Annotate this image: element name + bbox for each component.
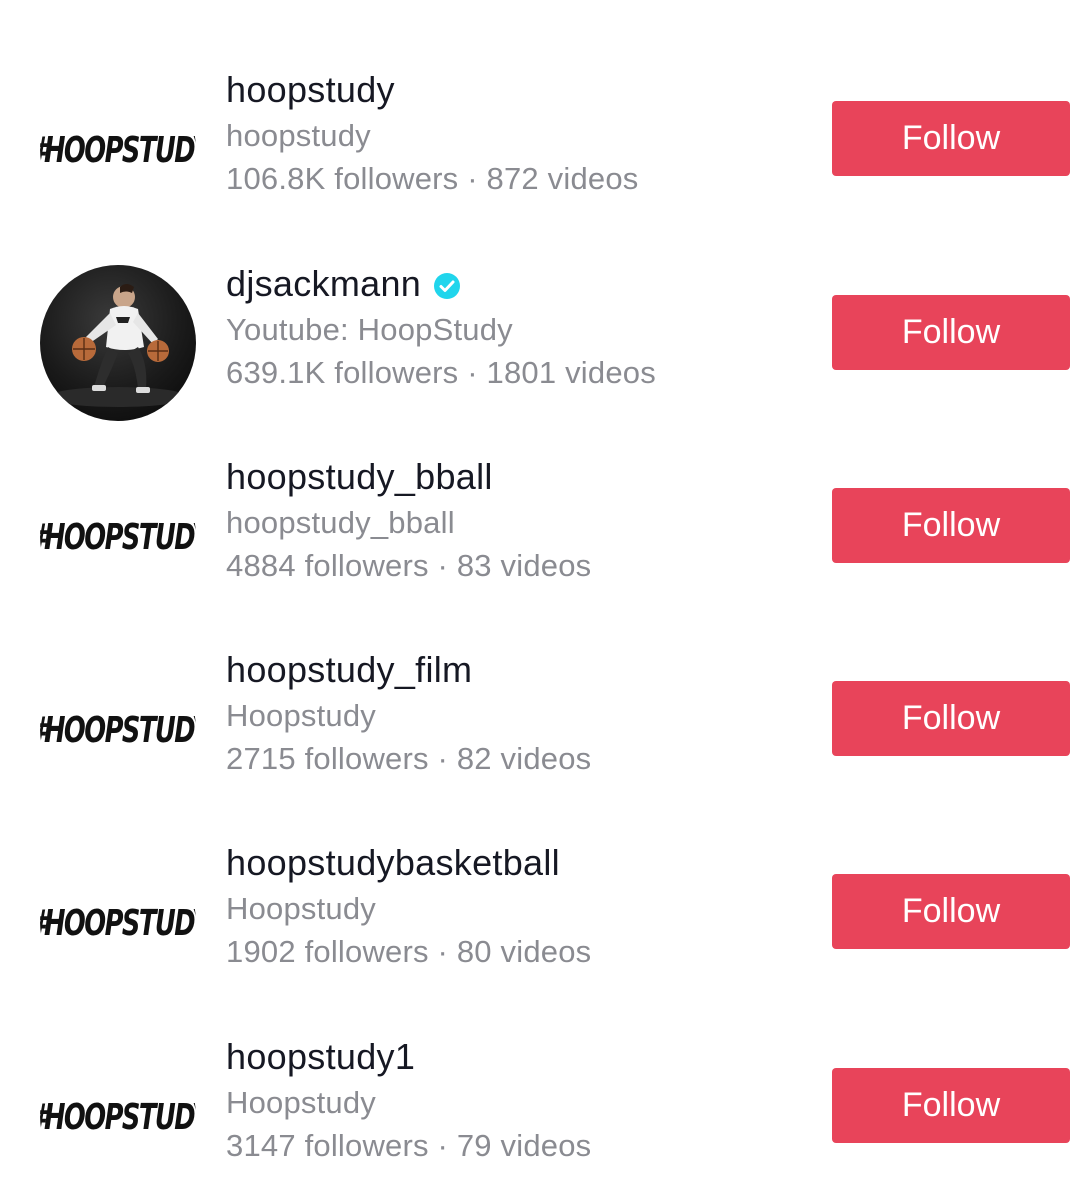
nickname: hoopstudy — [226, 118, 371, 153]
username[interactable]: djsackmann — [226, 263, 421, 305]
avatar[interactable]: #HOOPSTUDY — [40, 651, 196, 807]
username[interactable]: hoopstudy1 — [226, 1036, 415, 1078]
avatar[interactable] — [40, 265, 196, 421]
user-stats: 4884 followers · 83 videos — [226, 548, 592, 583]
avatar-logo: #HOOPSTUDY — [40, 514, 196, 558]
nickname: hoopstudy_bball — [226, 505, 455, 540]
username[interactable]: hoopstudybasketball — [226, 842, 560, 884]
follow-button[interactable]: Follow — [832, 101, 1070, 176]
avatar[interactable]: #HOOPSTUDY — [40, 71, 196, 227]
user-row[interactable]: djsackmann Youtube: HoopStudy 639.1K fol… — [0, 215, 1089, 421]
follow-button[interactable]: Follow — [832, 1068, 1070, 1143]
user-stats: 1902 followers · 80 videos — [226, 934, 592, 969]
user-row[interactable]: #HOOPSTUDY hoopstudy1 Hoopstudy 3147 fol… — [0, 988, 1089, 1194]
user-row[interactable]: #HOOPSTUDY hoopstudy_film Hoopstudy 2715… — [0, 601, 1089, 807]
avatar-logo: #HOOPSTUDY — [40, 900, 196, 944]
follow-button[interactable]: Follow — [832, 874, 1070, 949]
username[interactable]: hoopstudy_bball — [226, 456, 493, 498]
username-line: hoopstudy_film — [226, 649, 472, 691]
follow-button[interactable]: Follow — [832, 488, 1070, 563]
user-stats: 3147 followers · 79 videos — [226, 1128, 592, 1163]
follow-button[interactable]: Follow — [832, 295, 1070, 370]
avatar[interactable]: #HOOPSTUDY — [40, 844, 196, 1000]
nickname: Hoopstudy — [226, 891, 377, 926]
username-line: hoopstudy1 — [226, 1036, 415, 1078]
avatar[interactable]: #HOOPSTUDY — [40, 458, 196, 614]
user-row[interactable]: #HOOPSTUDY hoopstudybasketball Hoopstudy… — [0, 794, 1089, 1000]
nickname: Hoopstudy — [226, 698, 377, 733]
follow-button[interactable]: Follow — [832, 681, 1070, 756]
username[interactable]: hoopstudy_film — [226, 649, 472, 691]
username-line: hoopstudybasketball — [226, 842, 560, 884]
profile-photo — [48, 284, 188, 407]
user-stats: 639.1K followers · 1801 videos — [226, 355, 656, 390]
username[interactable]: hoopstudy — [226, 69, 395, 111]
user-search-results: #HOOPSTUDY hoopstudy hoopstudy 106.8K fo… — [0, 0, 1089, 1200]
username-line: hoopstudy_bball — [226, 456, 493, 498]
avatar[interactable]: #HOOPSTUDY — [40, 1038, 196, 1194]
avatar-logo: #HOOPSTUDY — [40, 707, 196, 751]
avatar-logo: #HOOPSTUDY — [40, 127, 196, 171]
avatar-logo: #HOOPSTUDY — [40, 1094, 196, 1138]
user-row[interactable]: #HOOPSTUDY hoopstudy hoopstudy 106.8K fo… — [0, 21, 1089, 227]
user-row[interactable]: #HOOPSTUDY hoopstudy_bball hoopstudy_bba… — [0, 408, 1089, 614]
user-stats: 106.8K followers · 872 videos — [226, 161, 639, 196]
username-line: djsackmann — [226, 263, 461, 305]
nickname: Youtube: HoopStudy — [226, 312, 513, 347]
verified-check-icon — [433, 272, 461, 300]
username-line: hoopstudy — [226, 69, 395, 111]
user-stats: 2715 followers · 82 videos — [226, 741, 592, 776]
nickname: Hoopstudy — [226, 1085, 377, 1120]
